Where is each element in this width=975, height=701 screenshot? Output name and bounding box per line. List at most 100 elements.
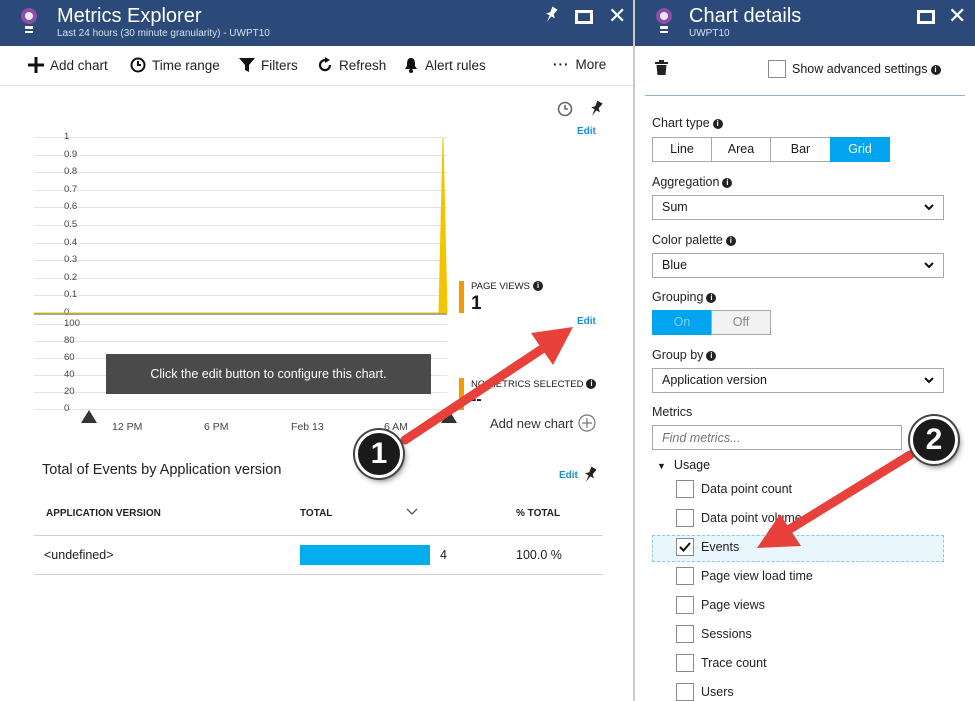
no-metrics-label: NO METRICS SELECTED — [471, 379, 584, 390]
info-icon: i — [722, 178, 733, 188]
callout-badge-2: 2 — [910, 416, 958, 464]
metric-checkbox[interactable] — [676, 654, 694, 672]
blade-subtitle: UWPT10 — [689, 28, 730, 39]
grouping-label-row: Grouping i — [652, 290, 717, 304]
table-edit-link[interactable]: Edit — [559, 470, 578, 481]
close-icon[interactable]: ✕ — [608, 3, 626, 29]
metric-checkbox[interactable] — [676, 625, 694, 643]
left-blade-header: Metrics Explorer Last 24 hours (30 minut… — [0, 0, 633, 46]
row-pct: 100.0 % — [516, 548, 562, 562]
close-icon[interactable]: ✕ — [948, 3, 966, 29]
right-blade-header: Chart details UWPT10 ✕ — [635, 0, 975, 46]
filters-button[interactable]: Filters — [239, 57, 298, 73]
chart2-y-tick-label: 80 — [64, 335, 75, 346]
info-icon: i — [712, 119, 723, 129]
chart2-gridline — [34, 341, 447, 342]
x-tick-label: Feb 13 — [291, 421, 324, 433]
aggregation-label: Aggregation — [652, 175, 720, 189]
metric-label[interactable]: Events — [701, 540, 739, 554]
advanced-settings-checkbox[interactable] — [768, 60, 786, 78]
toolbar: Add chart Time range Filters Refresh Ale… — [0, 46, 633, 86]
alert-rules-button[interactable]: Alert rules — [403, 57, 486, 73]
configure-chart-overlay: Click the edit button to configure this … — [106, 354, 431, 394]
aggregation-select[interactable]: Sum — [652, 195, 944, 220]
chart2-y-tick-label: 60 — [64, 352, 75, 363]
refresh-icon — [318, 57, 332, 72]
metric-label[interactable]: Page view load time — [701, 569, 813, 583]
group-by-select[interactable]: Application version — [652, 368, 944, 393]
add-new-chart-button[interactable]: Add new chart — [490, 414, 596, 432]
blade-divider — [633, 0, 635, 701]
palette-label-row: Color palette i — [652, 233, 736, 247]
metric-label[interactable]: Sessions — [701, 627, 752, 641]
metric-label[interactable]: Data point volume — [701, 511, 802, 525]
metric-checkbox[interactable] — [676, 567, 694, 585]
time-range-button[interactable]: Time range — [130, 57, 220, 73]
table-title: Total of Events by Application version — [42, 462, 282, 478]
no-metrics-color-bar — [459, 378, 464, 410]
maximize-icon[interactable] — [917, 8, 935, 29]
metric-checkbox[interactable] — [676, 509, 694, 527]
chart1-edit-link[interactable]: Edit — [577, 126, 596, 137]
metric-label[interactable]: Page views — [701, 598, 765, 612]
metrics-search-input[interactable] — [652, 425, 902, 450]
column-header-version[interactable]: APPLICATION VERSION — [46, 508, 161, 519]
chevron-down-icon — [923, 369, 935, 400]
metric-label[interactable]: Data point count — [701, 482, 792, 496]
arrow-1-head — [531, 327, 573, 365]
maximize-icon[interactable] — [575, 8, 593, 29]
chart-type-grid[interactable]: Grid — [830, 137, 890, 162]
delete-icon[interactable] — [655, 60, 668, 80]
refresh-button[interactable]: Refresh — [317, 57, 386, 73]
table-row[interactable]: <undefined> 4 100.0 % — [34, 536, 603, 574]
palette-value: Blue — [662, 258, 688, 272]
chart-type-line[interactable]: Line — [652, 137, 712, 162]
time-range-label: Time range — [152, 57, 220, 73]
metric-label[interactable]: Trace count — [701, 656, 767, 670]
history-icon[interactable] — [556, 100, 574, 123]
metric-checkbox[interactable] — [676, 596, 694, 614]
no-metrics-label-row: NO METRICS SELECTED i — [471, 379, 597, 390]
advanced-settings-label: Show advanced settings — [792, 62, 928, 76]
filters-label: Filters — [261, 57, 298, 73]
sort-chevron-icon[interactable] — [406, 503, 418, 521]
chart2-y-tick-label: 0 — [64, 403, 70, 414]
metric-checkbox[interactable] — [676, 480, 694, 498]
app-insights-icon — [21, 8, 37, 33]
chart2-y-tick-label: 100 — [64, 318, 80, 329]
info-icon: i — [706, 293, 717, 303]
more-button[interactable]: ··· More — [553, 57, 606, 72]
metric-checkbox[interactable] — [676, 538, 694, 556]
chart-type-bar[interactable]: Bar — [770, 137, 831, 162]
group-by-label-row: Group by i — [652, 348, 717, 362]
page-views-value: 1 — [471, 293, 482, 314]
grouping-on-toggle[interactable]: On — [652, 310, 712, 335]
chart2-y-tick-label: 40 — [64, 369, 75, 380]
x-tick-label: 6 PM — [204, 421, 229, 433]
x-tick-label: 12 PM — [112, 421, 143, 433]
selected-metric-highlight — [652, 535, 944, 562]
range-start-handle[interactable] — [81, 410, 97, 423]
column-header-total[interactable]: TOTAL — [300, 508, 332, 519]
page-subtitle: Last 24 hours (30 minute granularity) - … — [57, 28, 270, 39]
column-header-pct[interactable]: % TOTAL — [516, 508, 560, 519]
plus-icon — [28, 57, 44, 73]
info-icon: i — [532, 281, 543, 291]
page-views-label: PAGE VIEWS — [471, 281, 530, 292]
row-total: 4 — [440, 548, 447, 562]
arrow-2-shaft — [780, 450, 915, 537]
table-pin-icon[interactable] — [582, 466, 598, 489]
grouping-off-toggle[interactable]: Off — [711, 310, 771, 335]
chart-pin-icon[interactable] — [588, 100, 604, 123]
metric-checkbox[interactable] — [676, 683, 694, 701]
row-version: <undefined> — [44, 548, 114, 562]
usage-group-toggle[interactable]: ▼ Usage — [657, 458, 710, 472]
pin-icon[interactable] — [543, 6, 559, 29]
metric-label[interactable]: Users — [701, 685, 734, 699]
chart-type-area[interactable]: Area — [711, 137, 771, 162]
palette-select[interactable]: Blue — [652, 253, 944, 278]
chart2-edit-link[interactable]: Edit — [577, 316, 596, 327]
add-chart-button[interactable]: Add chart — [28, 57, 108, 73]
blade-title: Chart details — [689, 5, 802, 27]
range-end-handle[interactable] — [441, 410, 457, 423]
